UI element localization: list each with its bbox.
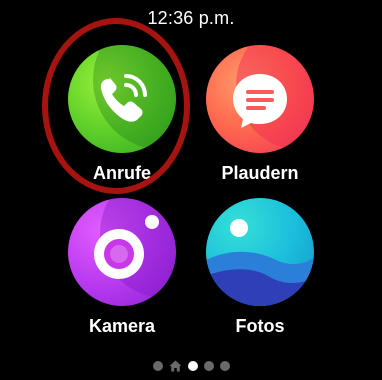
- phone-icon[interactable]: [68, 45, 176, 153]
- page-dot[interactable]: [219, 361, 230, 371]
- camera-icon[interactable]: [68, 198, 176, 306]
- app-fotos[interactable]: Fotos: [205, 198, 315, 337]
- status-time: 12:36 p.m.: [147, 8, 235, 28]
- app-label: Plaudern: [221, 163, 299, 183]
- app-label: Kamera: [88, 316, 156, 336]
- page-dot[interactable]: [203, 361, 214, 371]
- app-plaudern[interactable]: Plaudern: [205, 45, 315, 184]
- page-indicator[interactable]: [0, 360, 382, 372]
- app-label: Anrufe: [93, 163, 151, 183]
- home-page-icon[interactable]: [169, 360, 182, 372]
- watch-home-screen: 12:36 p.m. Anrufe Plaudern Kamera Fotos: [0, 0, 382, 380]
- app-kamera[interactable]: Kamera: [67, 198, 177, 337]
- app-label: Fotos: [235, 316, 285, 336]
- page-dot-active[interactable]: [187, 361, 198, 371]
- photos-icon[interactable]: [206, 198, 314, 306]
- page-dot[interactable]: [152, 361, 163, 371]
- chat-icon[interactable]: [206, 45, 314, 153]
- app-anrufe[interactable]: Anrufe: [67, 45, 177, 184]
